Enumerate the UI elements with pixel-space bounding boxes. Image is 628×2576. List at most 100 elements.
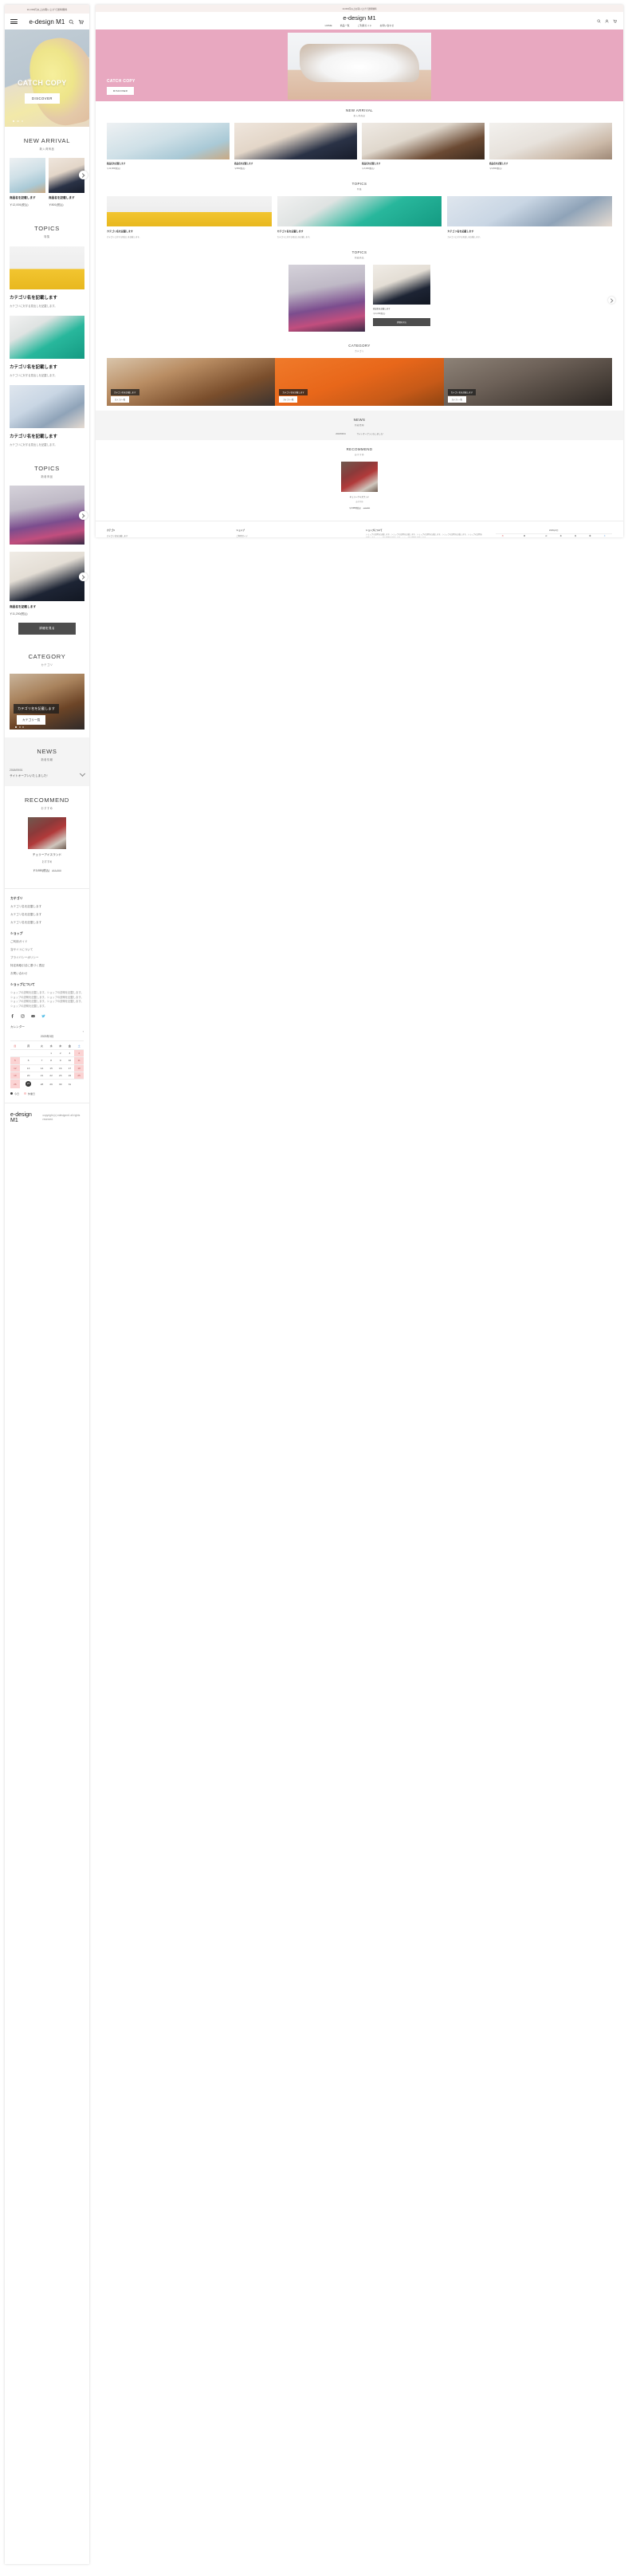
footer-category-link[interactable]: カテゴリ名を記載します [107, 534, 224, 537]
calendar-day-cell[interactable]: 2 [55, 1048, 65, 1057]
calendar-day-cell[interactable]: 4 [74, 1048, 84, 1057]
nav-item-contact[interactable]: お問い合わせ [379, 24, 394, 27]
calendar-day-cell[interactable]: 20 [19, 1071, 37, 1080]
calendar-day-cell[interactable]: 6 [19, 1056, 37, 1064]
desktop-hero-discover-button[interactable]: DISCOVER [107, 87, 135, 95]
topic-category-card[interactable]: カテゴリ名を記載します カテゴリに対する見出しを記載します。 [107, 196, 272, 238]
hero-slider[interactable]: CATCH COPY DISCOVER [5, 29, 89, 127]
topic-category-card[interactable]: カテゴリ名を記載します カテゴリに対する見出しを記載します。 [10, 246, 84, 308]
topic-category-card[interactable]: カテゴリ名を記載します カテゴリに対する見出しを記載します。 [447, 196, 613, 238]
calendar-day-cell[interactable]: 1 [46, 1048, 56, 1057]
product-price: ￥800(税込) [234, 167, 245, 170]
carousel-next-arrow-icon[interactable] [79, 572, 88, 581]
category-banner-button[interactable]: カテゴリ一覧 [279, 396, 298, 403]
calendar-day-cell[interactable]: 27 [19, 1079, 37, 1089]
product-card[interactable]: 商品名を記載します ￥800(税込) [234, 123, 357, 170]
category-banner[interactable]: カテゴリ名を記載します カテゴリ一覧 [107, 358, 276, 406]
product-card[interactable]: 商品名を記載します ￥3,200(税込) [362, 123, 485, 170]
calendar-day-cell[interactable]: 31 [65, 1079, 75, 1089]
calendar-day-cell[interactable]: 26 [10, 1079, 20, 1089]
footer-shop-link[interactable]: ご利用ガイド [10, 940, 84, 944]
topic-category-card[interactable]: カテゴリ名を記載します カテゴリに対する見出しを記載します。 [10, 385, 84, 446]
topics-new-main-image[interactable] [10, 486, 84, 545]
footer-category-link[interactable]: カテゴリ名を記載します [10, 905, 84, 909]
calendar-day-cell[interactable]: 7 [37, 1056, 47, 1064]
calendar-day-cell[interactable]: 13 [19, 1064, 37, 1072]
category-banner[interactable]: カテゴリ名を記載します カテゴリ一覧 [443, 358, 612, 406]
category-banner-button[interactable]: カテゴリ一覧 [17, 715, 46, 725]
instagram-icon[interactable] [21, 1014, 25, 1019]
product-card[interactable]: 商品名を記載します ￥9,800(税込) [489, 123, 612, 170]
footer-logo[interactable]: e-design M1 [10, 1112, 37, 1123]
calendar-day-cell[interactable]: 29 [46, 1079, 56, 1089]
carousel-next-arrow-icon[interactable] [79, 511, 88, 520]
calendar-day-cell[interactable]: 23 [55, 1071, 65, 1080]
nav-item-products[interactable]: 商品一覧 [340, 24, 350, 27]
calendar-day-cell[interactable]: 9 [55, 1056, 65, 1064]
calendar-next-month-icon[interactable]: › [10, 1029, 84, 1033]
news-item[interactable]: 2018/09/01 サイトオープンいたしました! [107, 432, 612, 436]
news-item[interactable]: 2018/09/01 サイトオープンいたしました! [10, 769, 86, 778]
cart-icon[interactable] [613, 19, 617, 23]
calendar-day-cell[interactable]: 14 [37, 1064, 47, 1072]
topic-category-card[interactable]: カテゴリ名を記載します カテゴリに対する見出しを記載します。 [277, 196, 442, 238]
calendar-day-cell[interactable]: 12 [10, 1064, 20, 1072]
carousel-next-arrow-icon[interactable] [608, 297, 615, 304]
calendar-day-cell[interactable]: 21 [37, 1071, 47, 1080]
footer-shop-link[interactable]: 当サイトについて [10, 948, 84, 952]
nav-item-guide[interactable]: ご利用ガイド [358, 24, 372, 27]
topics-new-main-image[interactable] [288, 265, 365, 332]
category-banner-button[interactable]: カテゴリ一覧 [111, 396, 130, 403]
footer-shop-link[interactable]: ご利用ガイド [237, 534, 354, 537]
footer-shop-link[interactable]: お問い合わせ [10, 972, 84, 976]
calendar-day-cell[interactable]: 30 [55, 1079, 65, 1089]
hero-slider-dots[interactable] [13, 120, 24, 122]
calendar-day-cell[interactable]: 8 [46, 1056, 56, 1064]
facebook-icon[interactable] [10, 1014, 14, 1019]
topics-new-side-card[interactable]: 商品名を記載します ￥11,200(税込) 詳細を見る [373, 265, 430, 326]
calendar-day-cell[interactable]: 15 [46, 1064, 56, 1072]
calendar-day-cell[interactable]: 18 [74, 1064, 84, 1072]
calendar-day-cell[interactable]: 17 [65, 1064, 75, 1072]
calendar-day-cell[interactable]: 10 [65, 1056, 75, 1064]
carousel-next-arrow-icon[interactable] [79, 171, 88, 179]
topics-more-button[interactable]: 詳細を見る [373, 318, 430, 326]
recommend-product-card[interactable]: チェリーアイスランド おすすめ ￥3,080(税込) ￥3,300 [107, 462, 612, 509]
topics-new-second-image[interactable] [10, 552, 84, 601]
product-card[interactable]: 商品名を記載します ￥800(税込) [49, 158, 84, 206]
desktop-site-logo[interactable]: e-design M1 [343, 14, 375, 22]
calendar-day-cell[interactable]: 28 [37, 1079, 47, 1089]
calendar-day-cell[interactable]: 22 [46, 1071, 56, 1080]
cart-icon[interactable] [78, 19, 84, 25]
search-icon[interactable] [69, 19, 74, 25]
category-banner[interactable]: カテゴリ名を記載します カテゴリ一覧 [275, 358, 444, 406]
calendar-day-cell[interactable]: 3 [65, 1048, 75, 1057]
calendar-day-cell[interactable]: 11 [74, 1056, 84, 1064]
calendar-day-cell[interactable]: 24 [65, 1071, 75, 1080]
calendar-day-cell[interactable]: 19 [10, 1071, 20, 1080]
footer-category-link[interactable]: カテゴリ名を記載します [10, 913, 84, 917]
twitter-icon[interactable] [41, 1014, 45, 1018]
youtube-icon[interactable] [31, 1014, 35, 1018]
chevron-down-icon[interactable] [79, 770, 86, 777]
category-slider-dots[interactable] [15, 726, 24, 728]
calendar-day-cell[interactable]: 5 [10, 1056, 20, 1064]
category-banner[interactable]: カテゴリ名を記載します カテゴリ一覧 [10, 674, 84, 730]
recommend-product-card[interactable]: チェリーアイスランド おすすめ ￥3,080(税込) ￥3,300 [10, 817, 84, 872]
footer-category-link[interactable]: カテゴリ名を記載します [10, 921, 84, 925]
product-card[interactable]: 商品名を記載します ￥12,000(税込) [10, 158, 45, 206]
topics-more-button[interactable]: 詳細を見る [18, 623, 76, 635]
calendar-day-cell[interactable]: 16 [55, 1064, 65, 1072]
footer-shop-link[interactable]: 特定商取引法に基づく表記 [10, 964, 84, 968]
user-icon[interactable] [605, 19, 609, 23]
desktop-hero[interactable]: CATCH COPY DISCOVER [96, 29, 623, 101]
nav-item-home[interactable]: HOME [325, 24, 332, 27]
category-banner-button[interactable]: カテゴリ一覧 [447, 396, 466, 403]
search-icon[interactable] [597, 19, 601, 23]
footer-shop-link[interactable]: プライバシーポリシー [10, 956, 84, 960]
product-card[interactable]: 商品名を記載します ￥12,000(税込) [107, 123, 230, 170]
calendar-day-cell[interactable]: 25 [74, 1071, 84, 1080]
topic-category-card[interactable]: カテゴリ名を記載します カテゴリに対する見出しを記載します。 [10, 316, 84, 377]
hero-discover-button[interactable]: DISCOVER [25, 93, 60, 104]
hamburger-menu-icon[interactable] [10, 18, 18, 25]
